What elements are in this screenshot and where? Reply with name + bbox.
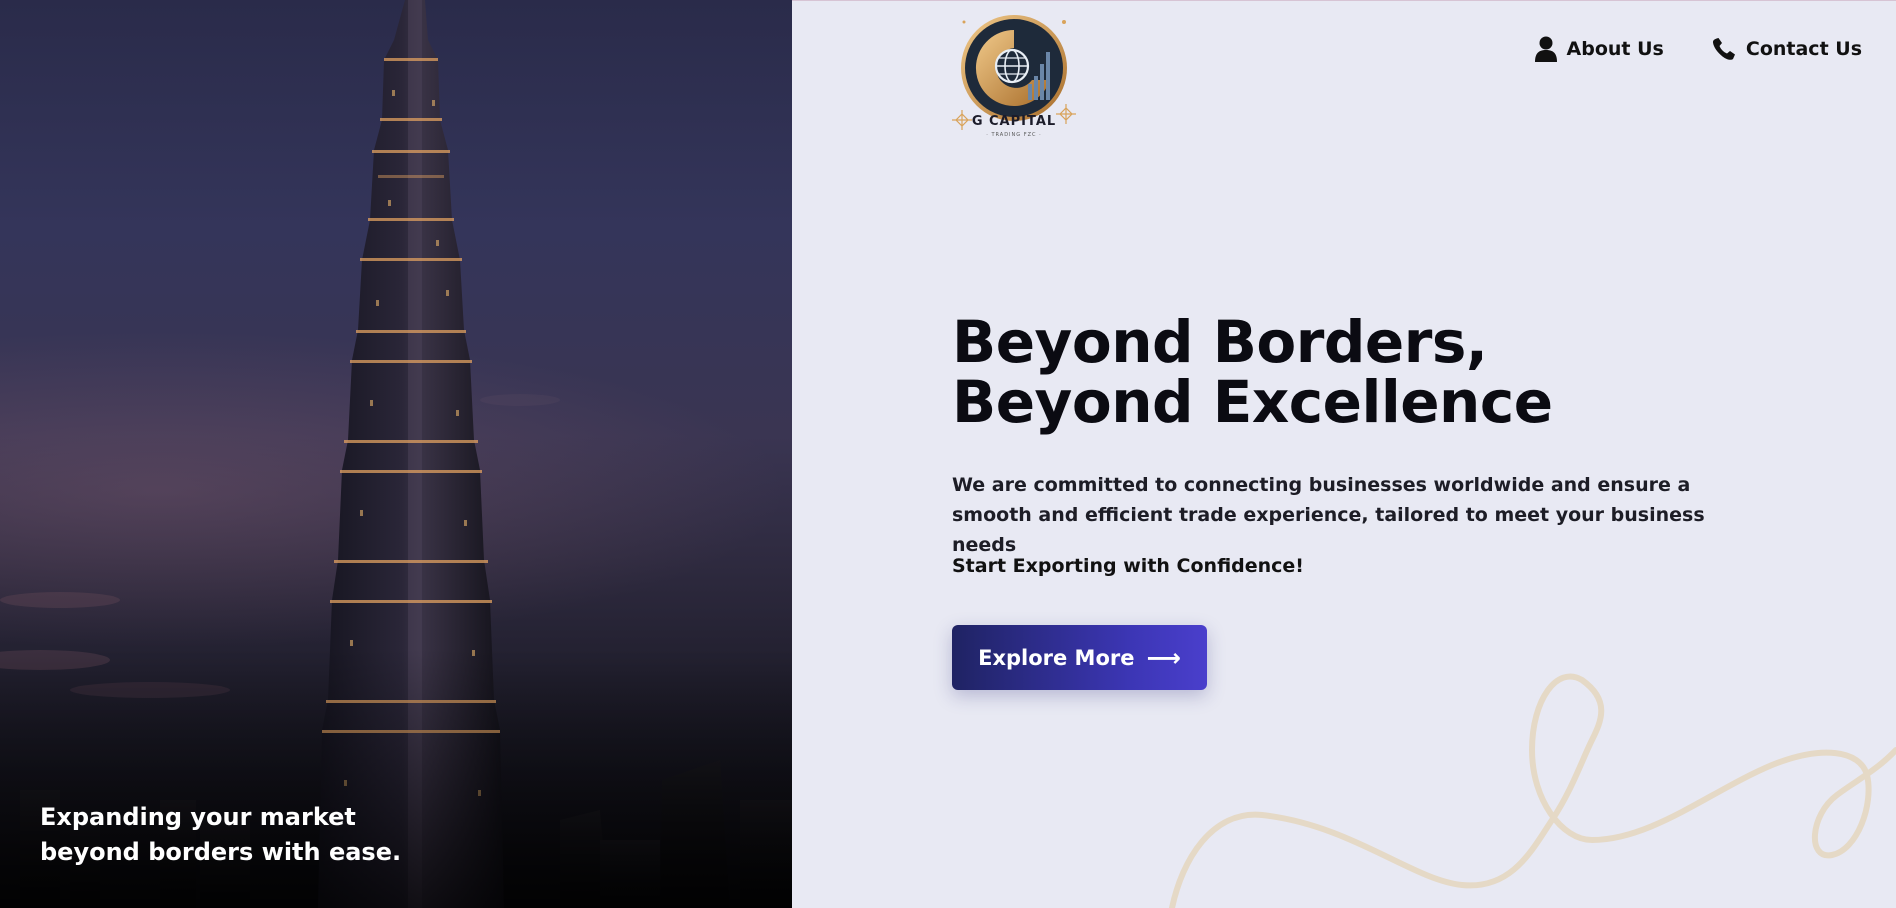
brand-name: G CAPITAL — [971, 114, 1057, 129]
brand-subtitle: · TRADING FZC · — [986, 132, 1042, 138]
hero-description: We are committed to connecting businesse… — [952, 474, 1705, 556]
explore-more-button[interactable]: Explore More ⟶ — [952, 625, 1207, 690]
page: Expanding your market beyond borders wit… — [0, 0, 1896, 908]
explore-more-label: Explore More — [978, 645, 1135, 670]
hero-caption: Expanding your market beyond borders wit… — [40, 803, 402, 866]
nav-contact-us[interactable]: Contact Us — [1712, 37, 1862, 61]
user-icon — [1534, 36, 1557, 62]
brand-logo[interactable]: G CAPITAL · TRADING FZC · — [952, 14, 1076, 142]
content-panel: G CAPITAL · TRADING FZC · About Us Conta… — [792, 0, 1896, 908]
arrow-right-icon: ⟶ — [1146, 643, 1181, 672]
hero-image-panel: Expanding your market beyond borders wit… — [0, 0, 792, 908]
nav-about-us[interactable]: About Us — [1534, 36, 1664, 62]
page-title: Beyond Borders, Beyond Excellence — [952, 308, 1553, 436]
top-nav: About Us Contact Us — [1534, 36, 1862, 62]
phone-icon — [1712, 37, 1736, 61]
nav-about-label: About Us — [1566, 38, 1664, 60]
nav-contact-label: Contact Us — [1745, 38, 1862, 60]
hero-tagline: Start Exporting with Confidence! — [952, 555, 1304, 577]
